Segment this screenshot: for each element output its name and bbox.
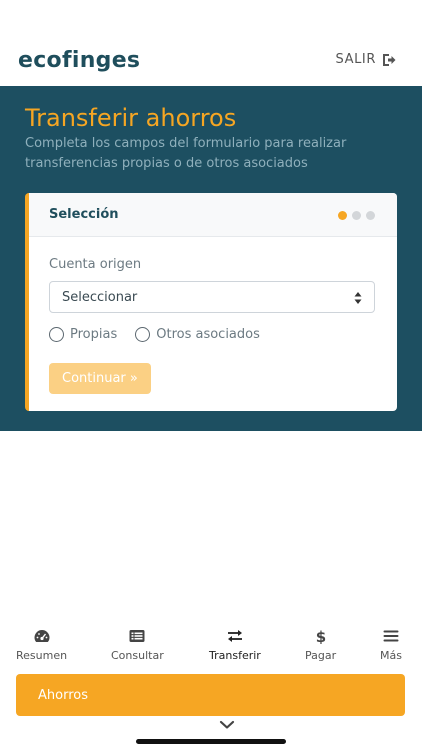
step-indicator xyxy=(338,211,375,220)
step-dot-1 xyxy=(338,211,347,220)
origin-select-value: Seleccionar xyxy=(62,289,138,305)
home-indicator xyxy=(136,739,286,744)
step-dot-3 xyxy=(366,211,375,220)
card-header: Selección xyxy=(29,193,397,237)
origin-account-label: Cuenta origen xyxy=(49,257,142,272)
list-alt-icon xyxy=(129,630,145,642)
tab-pagar[interactable]: $ Pagar xyxy=(305,628,336,662)
bottom-tab-bar: Resumen Consultar Transferir $ Pagar Más xyxy=(0,628,422,672)
dollar-icon: $ xyxy=(315,628,325,644)
origin-account-select[interactable]: Seleccionar xyxy=(49,281,375,313)
selection-card: Selección Cuenta origen Seleccionar Prop… xyxy=(25,193,397,411)
menu-icon xyxy=(383,630,399,642)
svg-text:$: $ xyxy=(315,628,325,644)
tab-mas[interactable]: Más xyxy=(380,628,402,662)
radio-circle[interactable] xyxy=(49,327,64,342)
sign-out-icon xyxy=(383,53,396,66)
tab-resumen[interactable]: Resumen xyxy=(16,628,67,662)
hero-section: Transferir ahorros Completa los campos d… xyxy=(0,86,422,431)
radio-propias-label: Propias xyxy=(70,327,118,342)
logout-label: SALIR xyxy=(335,52,376,67)
top-bar: ecofinges SALIR xyxy=(0,0,422,86)
tab-transferir-label: Transferir xyxy=(209,649,261,662)
sort-arrows-icon xyxy=(354,292,362,304)
gauge-icon xyxy=(34,630,50,642)
radio-otros-label: Otros asociados xyxy=(156,327,260,342)
tab-pagar-label: Pagar xyxy=(305,649,337,662)
brand-logo: ecofinges xyxy=(18,48,141,73)
tab-consultar-label: Consultar xyxy=(111,649,164,662)
tab-consultar[interactable]: Consultar xyxy=(111,628,164,662)
continue-button[interactable]: Continuar » xyxy=(49,363,151,394)
radio-propias[interactable]: Propias xyxy=(49,327,117,342)
logout-button[interactable]: SALIR xyxy=(336,52,397,67)
radio-circle[interactable] xyxy=(135,327,151,342)
ahorros-button[interactable]: Ahorros xyxy=(16,674,405,716)
exchange-icon xyxy=(227,630,242,642)
tab-mas-label: Más xyxy=(380,649,402,662)
step-dot-2 xyxy=(352,211,361,220)
transfer-type-group: Propias Otros asociados xyxy=(49,327,260,342)
page-subtitle: Completa los campos del formulario para … xyxy=(25,136,347,171)
radio-otros-asociados[interactable]: Otros asociados xyxy=(135,327,260,342)
page-title: Transferir ahorros xyxy=(25,104,237,132)
card-title: Selección xyxy=(49,207,119,222)
tab-resumen-label: Resumen xyxy=(16,649,68,662)
tab-transferir[interactable]: Transferir xyxy=(209,628,261,662)
chevron-down-icon[interactable] xyxy=(219,720,235,730)
